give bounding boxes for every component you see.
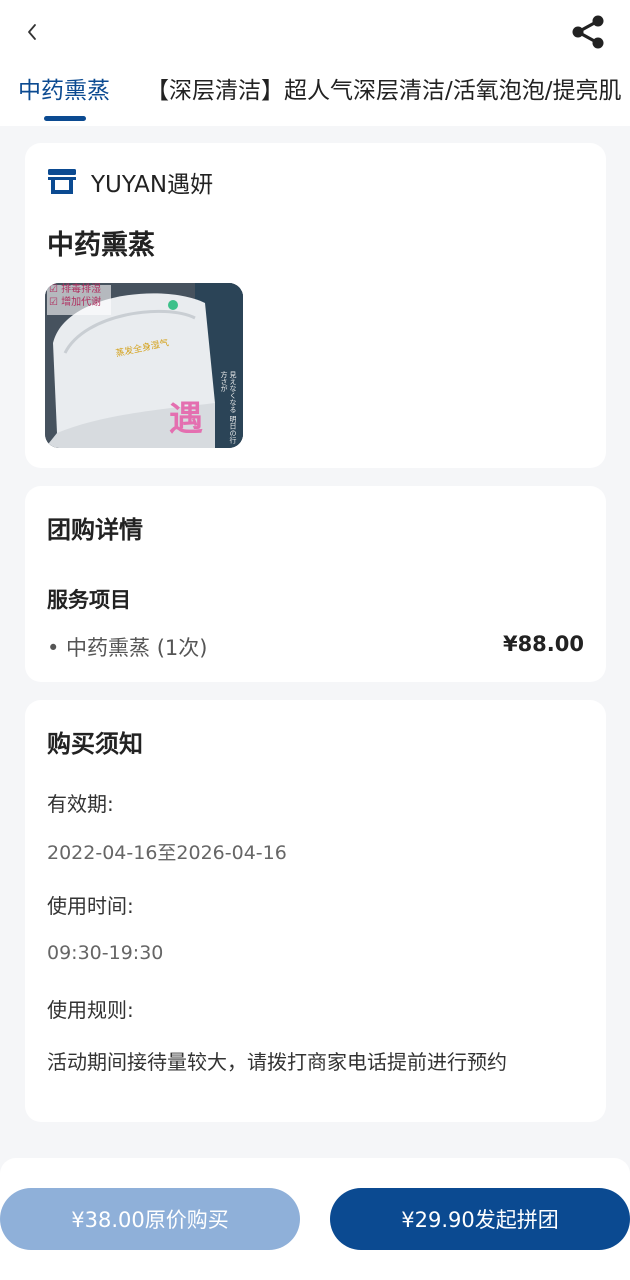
usage-rules-label: 使用规则:: [47, 998, 134, 1022]
image-side-text: 見えなくなる 明日の行方さが: [220, 371, 237, 444]
usage-time-label: 使用时间:: [47, 894, 134, 918]
store-icon: [48, 169, 76, 194]
share-icon: [572, 15, 604, 49]
product-card: YUYAN遇妍 中药熏蒸 ☑ 排毒排湿 ☑ 增加代谢 蒸发全身湿气 見えなくなる…: [25, 143, 606, 468]
service-items-title: 服务项目: [47, 588, 131, 612]
store-row[interactable]: YUYAN遇妍: [47, 165, 213, 199]
tab-herbal-steam[interactable]: 中药熏蒸: [18, 76, 110, 106]
back-button[interactable]: [18, 18, 46, 46]
store-name: YUYAN遇妍: [91, 172, 214, 198]
start-group-buy-button[interactable]: ¥29.90发起拼团: [330, 1188, 630, 1250]
validity-value: 2022-04-16至2026-04-16: [47, 842, 287, 864]
image-caption-line-2: ☑ 增加代谢: [49, 297, 102, 308]
purchase-notice-card: 购买须知 有效期: 2022-04-16至2026-04-16 使用时间: 09…: [25, 700, 606, 1122]
validity-label: 有效期:: [47, 792, 114, 816]
service-item-price: ¥88.00: [502, 632, 584, 656]
image-brand-mark: 遇: [169, 399, 203, 439]
share-button[interactable]: [570, 14, 606, 50]
product-tabs: 中药熏蒸 【深层清洁】超人气深层清洁/活氧泡泡/提亮肌: [0, 64, 630, 126]
bottom-action-bar: ¥38.00原价购买 ¥29.90发起拼团: [0, 1158, 630, 1280]
service-item-name: • 中药熏蒸 (1次): [47, 636, 208, 660]
tab-deep-cleansing[interactable]: 【深层清洁】超人气深层清洁/活氧泡泡/提亮肌: [146, 76, 622, 106]
original-price-buy-button[interactable]: ¥38.00原价购买: [0, 1188, 300, 1250]
group-detail-heading: 团购详情: [47, 516, 143, 544]
product-title: 中药熏蒸: [47, 230, 155, 261]
group-detail-card: 团购详情 服务项目 • 中药熏蒸 (1次) ¥88.00: [25, 486, 606, 682]
image-caption-line-1: ☑ 排毒排湿: [49, 284, 102, 295]
top-bar: [0, 0, 630, 64]
product-image[interactable]: ☑ 排毒排湿 ☑ 增加代谢 蒸发全身湿气 見えなくなる 明日の行方さが 遇: [45, 283, 243, 448]
usage-time-value: 09:30-19:30: [47, 942, 164, 964]
usage-rules-value: 活动期间接待量较大，请拨打商家电话提前进行预约: [47, 1050, 507, 1074]
active-tab-indicator: [44, 116, 86, 121]
chevron-left-icon: [28, 24, 36, 40]
purchase-notice-heading: 购买须知: [47, 730, 143, 758]
